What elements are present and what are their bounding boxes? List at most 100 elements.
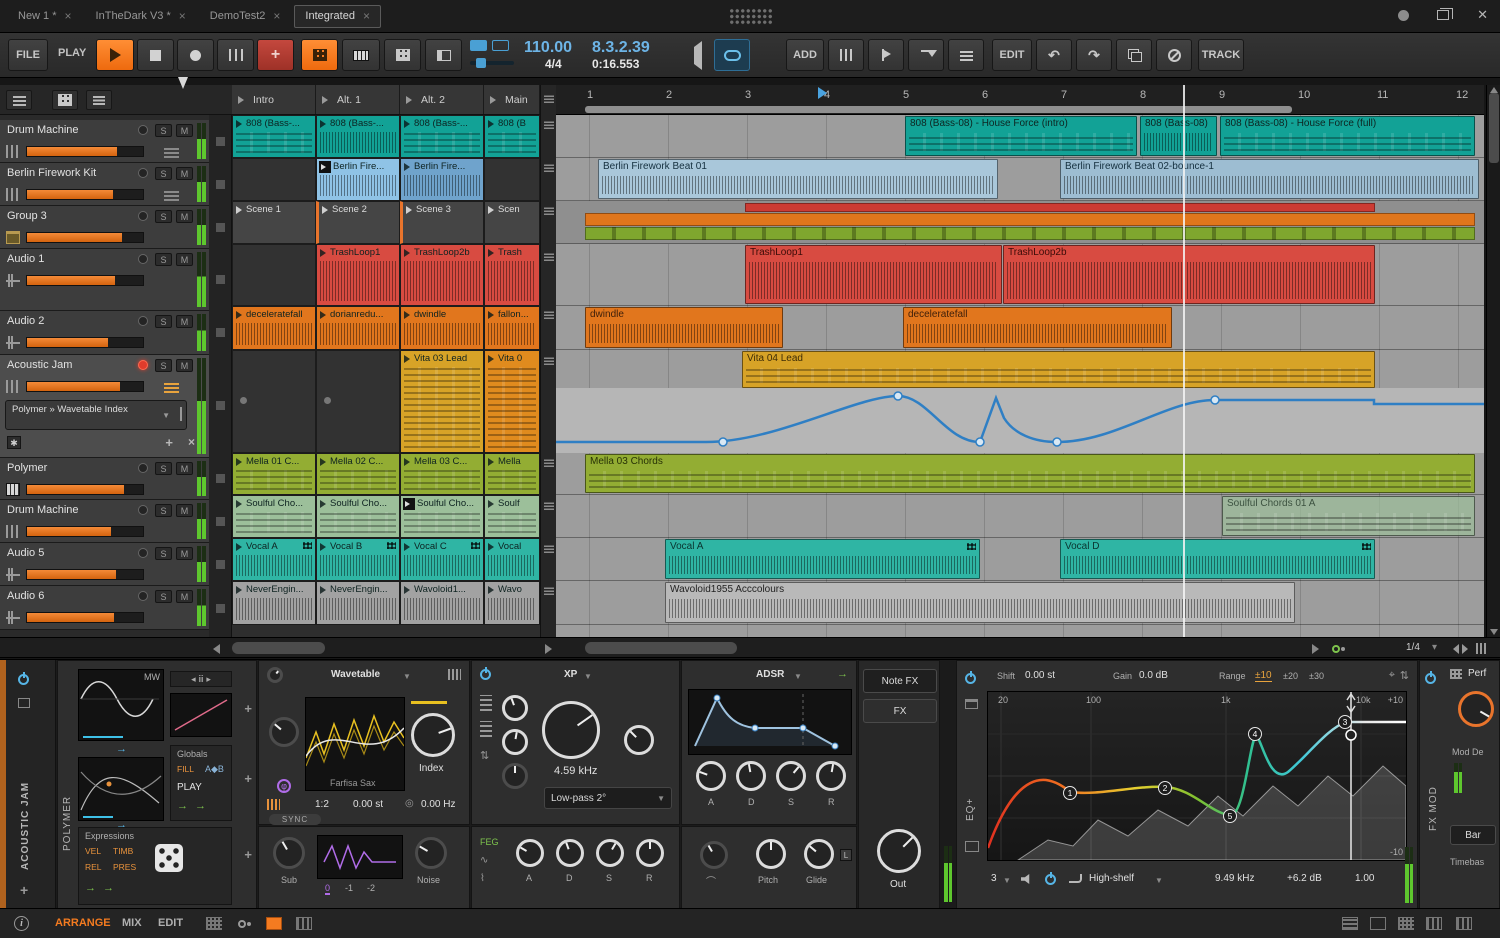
launcher-clip[interactable]: 808 (Bass-... — [400, 115, 484, 158]
volume-slider[interactable] — [26, 612, 144, 623]
filter-mode-dropdown[interactable]: Low-pass 2° ▼ — [544, 787, 672, 809]
pointer-tool-button[interactable] — [178, 77, 188, 111]
clip-stop-button[interactable] — [216, 560, 225, 569]
unison-icon[interactable] — [267, 799, 280, 810]
insert-scene-button[interactable] — [908, 39, 944, 71]
arranger-lane-audio-2[interactable]: dwindle deceleratefall — [556, 306, 1484, 350]
project-tab-1[interactable]: New 1 * × — [8, 5, 82, 28]
play-mode-label[interactable]: PLAY — [177, 782, 202, 793]
filter-type-title[interactable]: XP — [564, 669, 577, 680]
solo-button[interactable]: S — [155, 462, 172, 475]
launcher-empty-slot[interactable] — [232, 350, 316, 453]
arm-button[interactable] — [138, 211, 148, 221]
pressure-label[interactable]: PRES — [113, 862, 136, 872]
range-10-option[interactable]: ±10 — [1255, 670, 1272, 682]
track-row-audio-5[interactable]: Audio 5 S M — [0, 543, 209, 586]
modulator-icon[interactable]: ✱ — [7, 436, 21, 449]
group-folder-icon[interactable] — [6, 231, 20, 244]
track-name[interactable]: Drum Machine — [7, 504, 79, 516]
launcher-empty-slot[interactable] — [316, 350, 400, 453]
track-menu-button[interactable]: TRACK — [1198, 39, 1244, 71]
new-clip-button[interactable] — [384, 39, 421, 71]
arranger-clip[interactable]: 808 (Bass-08) - House Force (intro) — [905, 116, 1137, 156]
sub-octave-minus2[interactable]: -2 — [367, 883, 375, 893]
clip-play-icon[interactable] — [406, 206, 416, 214]
note-panel-icon[interactable] — [1370, 917, 1386, 930]
scene-menu-icon[interactable] — [544, 459, 554, 467]
clip-play-icon[interactable] — [320, 500, 330, 508]
track-row-audio-2[interactable]: Audio 2 S M — [0, 311, 209, 355]
filter-keytrack-knob[interactable] — [502, 729, 528, 755]
mixer-columns-icon[interactable] — [296, 917, 312, 930]
clip-play-icon[interactable] — [320, 311, 330, 319]
arranger-clip[interactable]: deceleratefall — [903, 307, 1172, 348]
eq-band-node-1[interactable]: 1 — [1063, 786, 1077, 800]
volume-slider[interactable] — [26, 569, 144, 580]
swap-icon[interactable]: ⇅ — [1400, 669, 1409, 682]
band-number-selector[interactable]: 3 — [991, 873, 997, 884]
track-row-drum-machine[interactable]: Drum Machine S M — [0, 120, 209, 163]
arm-button[interactable] — [138, 591, 148, 601]
automation-curve[interactable] — [556, 388, 1484, 453]
scroll-right-icon[interactable] — [1312, 644, 1324, 654]
scene-menu-icon[interactable] — [544, 357, 554, 365]
track-row-audio-6[interactable]: Audio 6 S M — [0, 586, 209, 630]
launcher-clip[interactable]: 808 (B — [484, 115, 540, 158]
launcher-clip[interactable]: TrashLoop1 — [316, 244, 400, 306]
eq-band-node-2[interactable]: 2 — [1158, 781, 1172, 795]
arranger-clip[interactable]: Wavoloid1955 Acccolours — [665, 582, 1295, 623]
dice-icon[interactable] — [155, 844, 183, 872]
arranger-clip[interactable]: Vocal A — [665, 539, 980, 579]
transport-mini-slider[interactable] — [470, 58, 514, 68]
slope-icon[interactable]: ⌇ — [480, 873, 485, 884]
arranger-clip[interactable]: TrashLoop1 — [745, 245, 1002, 304]
amp-release-knob[interactable] — [816, 761, 846, 791]
info-icon[interactable]: i — [14, 916, 29, 931]
close-window-icon[interactable]: ✕ — [1477, 7, 1488, 23]
sub-lfo-display[interactable] — [317, 835, 403, 879]
shift-value[interactable]: 0.00 st — [1025, 670, 1055, 681]
clip-play-icon[interactable] — [404, 163, 414, 171]
arranger-lane-group-3[interactable] — [556, 201, 1484, 244]
clip-play-icon[interactable] — [320, 120, 330, 128]
clip-play-icon[interactable] — [404, 355, 414, 363]
device-power-icon[interactable] — [18, 672, 29, 685]
volume-slider[interactable] — [26, 381, 144, 392]
mute-button[interactable]: M — [176, 124, 193, 137]
launcher-clip[interactable]: Vita 0 — [484, 350, 540, 453]
feg-release-knob[interactable] — [636, 839, 664, 867]
mixer-panel-icon[interactable] — [1456, 917, 1472, 930]
band-gain-value[interactable]: +6.2 dB — [1287, 873, 1322, 884]
arm-button-armed[interactable] — [138, 360, 148, 370]
arm-button[interactable] — [138, 316, 148, 326]
mute-button[interactable]: M — [176, 167, 193, 180]
launcher-clip[interactable]: dwindle — [400, 306, 484, 350]
solo-button[interactable]: S — [155, 124, 172, 137]
scene-header-alt2[interactable]: Alt. 2 — [400, 85, 484, 114]
group-summary-clip-orange[interactable] — [585, 213, 1475, 226]
arranger-lane-berlin-firework-kit[interactable]: Berlin Firework Beat 01 Berlin Firework … — [556, 158, 1484, 201]
track-name[interactable]: Berlin Firework Kit — [7, 167, 96, 179]
arranger-clip[interactable]: Soulful Chords 01 A — [1222, 496, 1475, 536]
launcher-scroll-handle[interactable] — [232, 642, 325, 654]
solo-button[interactable]: S — [155, 547, 172, 560]
group-summary-clip-red[interactable] — [745, 203, 1375, 212]
clip-play-icon[interactable] — [236, 206, 246, 214]
scroll-right-icon[interactable] — [545, 644, 557, 654]
scene-play-icon[interactable] — [490, 95, 500, 104]
mute-button[interactable]: M — [176, 359, 193, 372]
index-knob[interactable] — [411, 713, 455, 757]
track-row-berlin-firework-kit[interactable]: Berlin Firework Kit S M — [0, 163, 209, 206]
amp-sustain-knob[interactable] — [776, 761, 806, 791]
timeline-ruler[interactable]: 1 2 3 4 5 6 7 8 9 10 11 12 — [556, 85, 1484, 115]
clip-play-icon[interactable] — [404, 543, 414, 551]
redo-button[interactable]: ↷ — [1076, 39, 1112, 71]
add-menu-button[interactable]: ADD — [786, 39, 824, 71]
band-frequency-value[interactable]: 9.49 kHz — [1215, 873, 1254, 884]
arranger-scroll-handle[interactable] — [585, 642, 737, 654]
solo-button[interactable]: S — [155, 590, 172, 603]
scene-menu-icon[interactable] — [544, 164, 554, 172]
wavetable-display[interactable]: Farfisa Sax — [305, 697, 405, 791]
range-20-option[interactable]: ±20 — [1283, 671, 1298, 681]
osc-freq-value[interactable]: 0.00 Hz — [421, 799, 455, 810]
